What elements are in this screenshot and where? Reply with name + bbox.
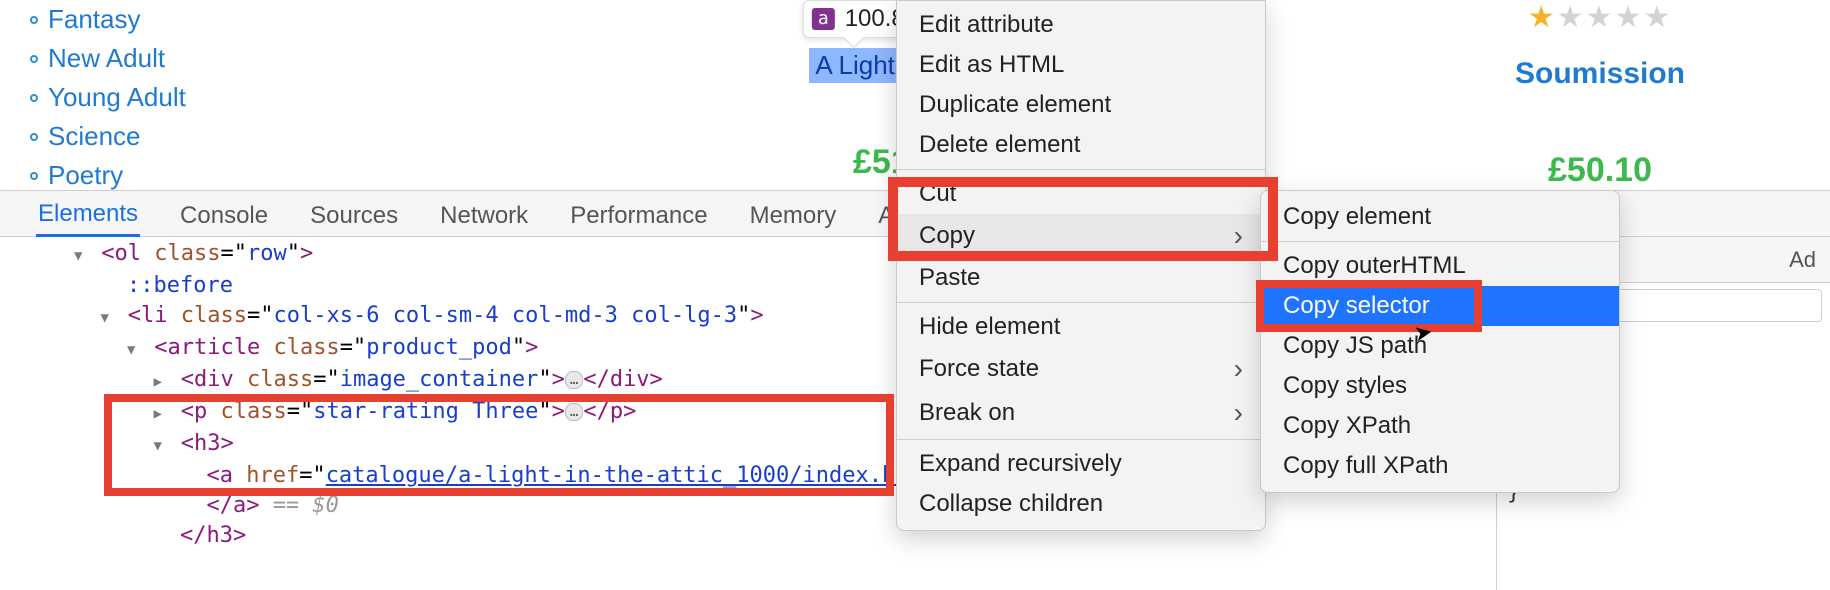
- menu-item-edit-html[interactable]: Edit as HTML: [897, 45, 1265, 85]
- submenu-copy-outerhtml[interactable]: Copy outerHTML: [1261, 246, 1619, 286]
- product-card-right: ★★★★★ Soumission £50.10: [1370, 0, 1830, 190]
- tab-network[interactable]: Network: [438, 196, 530, 236]
- star-empty-icon: ★: [1557, 1, 1586, 34]
- menu-item-delete[interactable]: Delete element: [897, 125, 1265, 165]
- category-link[interactable]: Fantasy: [48, 4, 141, 35]
- submenu-copy-xpath[interactable]: Copy XPath: [1261, 406, 1619, 446]
- category-item[interactable]: Science: [30, 117, 440, 156]
- category-item[interactable]: New Adult: [30, 39, 440, 78]
- submenu-copy-full-xpath[interactable]: Copy full XPath: [1261, 446, 1619, 486]
- tab-memory[interactable]: Memory: [748, 196, 839, 236]
- submenu-copy-styles[interactable]: Copy styles: [1261, 366, 1619, 406]
- menu-item-break-on[interactable]: Break on: [897, 391, 1265, 435]
- menu-item-copy[interactable]: Copy: [897, 214, 1265, 258]
- href-value[interactable]: catalogue/a-light-in-the-attic_1000/inde…: [326, 463, 935, 488]
- bullet-icon: [30, 133, 38, 141]
- pseudo-before: ::before: [127, 273, 233, 298]
- category-link[interactable]: New Adult: [48, 43, 165, 74]
- bullet-icon: [30, 16, 38, 24]
- context-menu[interactable]: Edit attribute Edit as HTML Duplicate el…: [896, 0, 1266, 531]
- product-title-link[interactable]: Soumission: [1515, 57, 1685, 91]
- category-item[interactable]: Fantasy: [30, 0, 440, 39]
- star-empty-icon: ★: [1586, 1, 1615, 34]
- tab-console[interactable]: Console: [178, 196, 270, 236]
- menu-item-paste[interactable]: Paste: [897, 258, 1265, 298]
- tab-performance[interactable]: Performance: [568, 196, 709, 236]
- tag-badge: a: [812, 8, 835, 30]
- bullet-icon: [30, 55, 38, 63]
- context-submenu-copy[interactable]: Copy element Copy outerHTML Copy selecto…: [1260, 190, 1620, 493]
- category-link[interactable]: Science: [48, 121, 141, 152]
- styles-tab-more[interactable]: Ad: [1775, 237, 1830, 282]
- bullet-icon: [30, 94, 38, 102]
- category-link[interactable]: Poetry: [48, 160, 123, 190]
- tab-elements[interactable]: Elements: [36, 194, 140, 237]
- star-filled-icon: ★: [1528, 1, 1557, 34]
- menu-item-duplicate[interactable]: Duplicate element: [897, 85, 1265, 125]
- star-empty-icon: ★: [1643, 1, 1672, 34]
- menu-item-expand[interactable]: Expand recursively: [897, 444, 1265, 484]
- product-price: £50.10: [1548, 151, 1652, 190]
- selected-node-marker: == $0: [273, 493, 339, 518]
- submenu-copy-js-path[interactable]: Copy JS path: [1261, 326, 1619, 366]
- bullet-icon: [30, 172, 38, 180]
- submenu-copy-element[interactable]: Copy element: [1261, 197, 1619, 237]
- category-item[interactable]: Poetry: [30, 156, 440, 190]
- menu-item-cut[interactable]: Cut: [897, 174, 1265, 214]
- menu-item-edit-attribute[interactable]: Edit attribute: [897, 1, 1265, 45]
- category-item[interactable]: Young Adult: [30, 78, 440, 117]
- submenu-copy-selector[interactable]: Copy selector: [1261, 286, 1619, 326]
- category-sidebar: Fantasy New Adult Young Adult Science Po…: [0, 0, 440, 190]
- menu-item-hide[interactable]: Hide element: [897, 307, 1265, 347]
- menu-item-collapse[interactable]: Collapse children: [897, 484, 1265, 524]
- menu-item-force-state[interactable]: Force state: [897, 347, 1265, 391]
- star-rating: ★★★★★: [1528, 0, 1673, 35]
- category-link[interactable]: Young Adult: [48, 82, 186, 113]
- star-empty-icon: ★: [1614, 1, 1643, 34]
- tab-sources[interactable]: Sources: [308, 196, 400, 236]
